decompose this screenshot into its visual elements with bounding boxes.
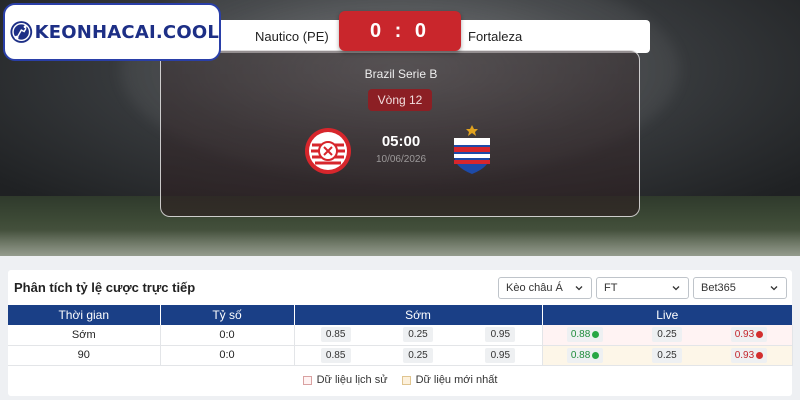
row-score: 0:0 <box>160 345 295 366</box>
live-home-odds-value: 0.88 <box>570 349 591 361</box>
column-header-time: Thời gian <box>8 305 161 325</box>
table-row[interactable]: Sớm 0:0 0.85 0.25 0.95 0.88 0.25 0.93 <box>8 325 793 346</box>
early-home-odds: 0.85 <box>320 347 351 363</box>
away-team-name[interactable]: Fortaleza <box>468 29 522 44</box>
column-header-early: Sớm <box>294 305 543 325</box>
live-odds-cell: 0.88 0.25 0.93 <box>542 345 793 366</box>
pitch-glow <box>0 230 800 256</box>
column-header-score: Tỷ số <box>160 305 295 325</box>
chevron-down-icon <box>575 286 583 291</box>
early-away-odds: 0.95 <box>485 347 516 363</box>
away-team-crest-icon[interactable] <box>450 125 494 175</box>
round-badge: Vòng 12 <box>368 89 432 111</box>
site-logo-text: KEONHACAI.COOL <box>34 21 219 43</box>
early-home-odds: 0.85 <box>320 327 351 343</box>
legend-swatch-history <box>302 375 312 385</box>
bookmaker-select[interactable]: Bet365 <box>693 277 787 299</box>
legend-history: Dữ liệu lịch sử <box>302 374 388 386</box>
odds-table-header: Thời gian Tỷ số Sớm Live <box>8 305 792 325</box>
match-hero: KEONHACAI.COOL Nautico (PE) Fortaleza 0 … <box>0 0 800 256</box>
match-card: Brazil Serie B Vòng 12 05:00 10/06/2026 <box>160 50 640 217</box>
kickoff-date: 10/06/2026 <box>375 154 427 165</box>
live-odds-cell: 0.88 0.25 0.93 <box>542 325 793 346</box>
row-score: 0:0 <box>160 325 295 346</box>
live-away-odds: 0.93 <box>730 347 768 363</box>
arrow-down-icon <box>756 331 764 339</box>
early-handicap: 0.25 <box>402 327 433 343</box>
live-home-odds: 0.88 <box>566 347 604 363</box>
early-odds-cell: 0.85 0.25 0.95 <box>294 345 543 366</box>
soccer-player-icon <box>10 21 33 43</box>
period-select-value: FT <box>604 282 618 294</box>
early-handicap: 0.25 <box>402 347 433 363</box>
odds-legend: Dữ liệu lịch sử Dữ liệu mới nhất <box>8 374 792 386</box>
score-display: 0 : 0 <box>339 11 461 51</box>
home-team-name[interactable]: Nautico (PE) <box>255 29 329 44</box>
live-home-odds-value: 0.88 <box>570 329 591 341</box>
early-away-odds: 0.95 <box>485 327 516 343</box>
legend-history-label: Dữ liệu lịch sử <box>316 374 388 386</box>
row-time: 90 <box>8 345 161 366</box>
odds-panel: Phân tích tỷ lệ cược trực tiếp Kèo châu … <box>8 270 793 396</box>
arrow-up-icon <box>592 331 600 339</box>
row-time: Sớm <box>8 325 161 346</box>
live-home-odds: 0.88 <box>566 327 604 343</box>
odds-panel-title: Phân tích tỷ lệ cược trực tiếp <box>14 280 196 295</box>
chevron-down-icon <box>672 286 680 291</box>
early-odds-cell: 0.85 0.25 0.95 <box>294 325 543 346</box>
chevron-down-icon <box>770 286 778 291</box>
bookmaker-select-value: Bet365 <box>701 282 736 294</box>
arrow-up-icon <box>592 351 600 359</box>
column-header-live: Live <box>542 305 792 325</box>
site-logo[interactable]: KEONHACAI.COOL <box>3 3 221 61</box>
market-select-value: Kèo châu Á <box>506 282 563 294</box>
table-row[interactable]: 90 0:0 0.85 0.25 0.95 0.88 0.25 0.93 <box>8 345 793 366</box>
period-select[interactable]: FT <box>596 277 689 299</box>
legend-swatch-latest <box>401 375 411 385</box>
live-handicap: 0.25 <box>652 347 682 363</box>
live-away-odds-value: 0.93 <box>734 349 755 361</box>
legend-latest-label: Dữ liệu mới nhất <box>415 374 498 386</box>
market-select[interactable]: Kèo châu Á <box>498 277 592 299</box>
live-away-odds-value: 0.93 <box>734 329 755 341</box>
kickoff-time: 05:00 <box>381 133 421 150</box>
live-away-odds: 0.93 <box>730 327 768 343</box>
live-handicap: 0.25 <box>652 327 682 343</box>
league-name[interactable]: Brazil Serie B <box>161 67 641 81</box>
arrow-down-icon <box>756 351 764 359</box>
odds-table: Thời gian Tỷ số Sớm Live Sớm 0:0 0.85 0.… <box>8 305 793 366</box>
legend-latest: Dữ liệu mới nhất <box>401 374 498 386</box>
